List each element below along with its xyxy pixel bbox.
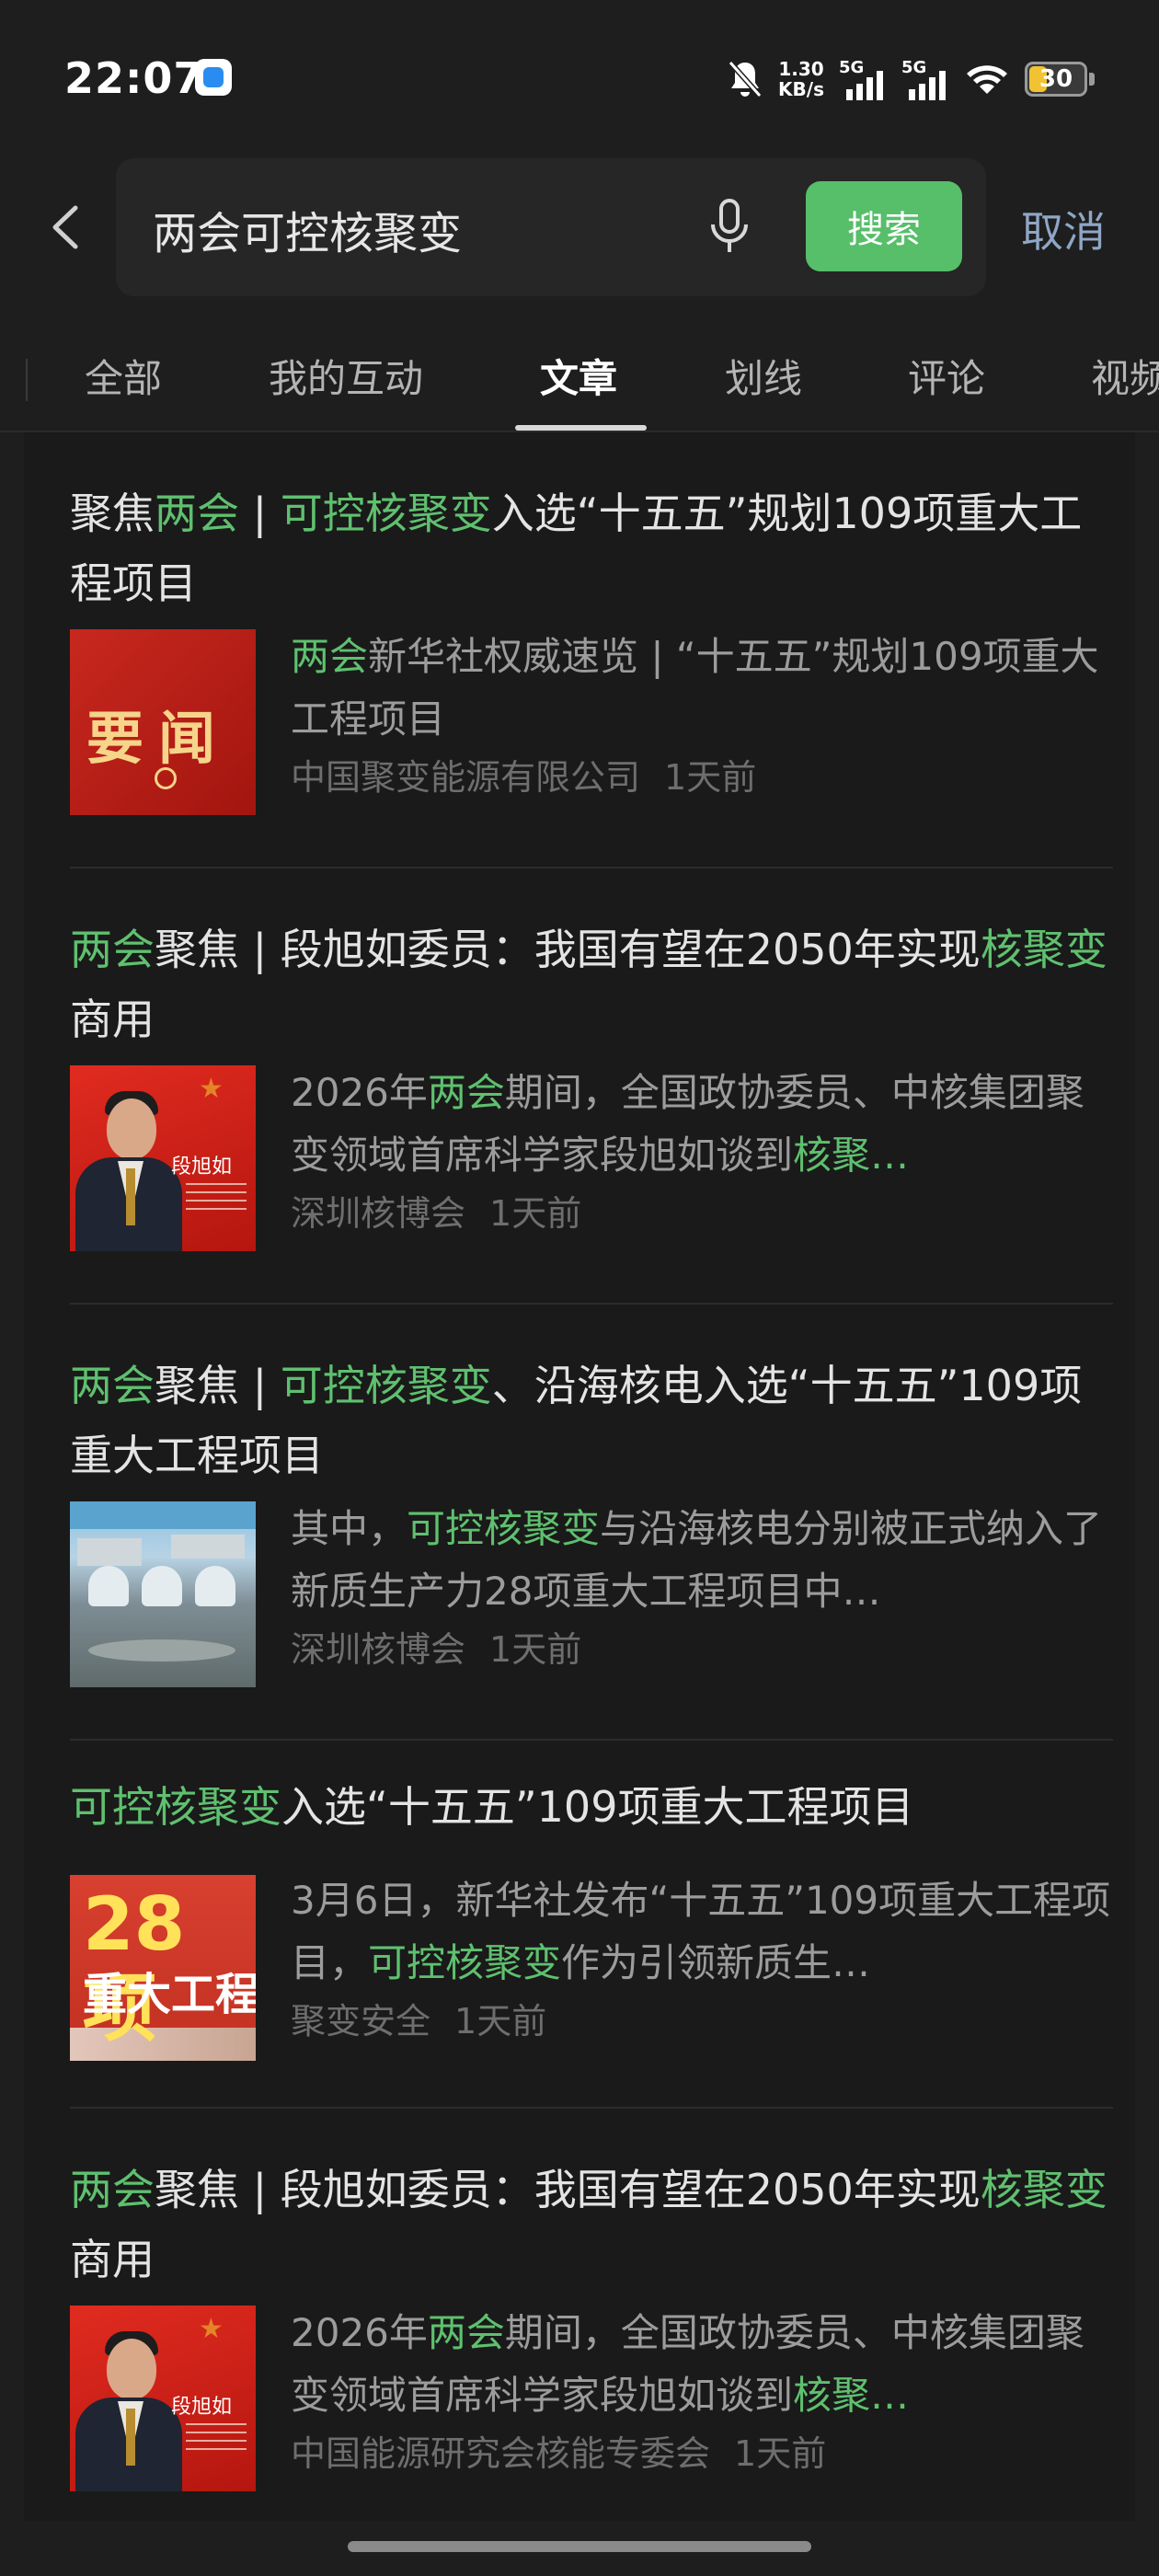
text-segment: 其中， bbox=[291, 1506, 407, 1551]
article-snippet: 3月6日，新华社发布“十五五”109项重大工程项目，可控核聚变作为引领新质生… bbox=[291, 1869, 1115, 1995]
star-icon: ★ bbox=[199, 2313, 224, 2345]
microphone-icon[interactable] bbox=[708, 199, 751, 256]
article-meta: 深圳核博会 1天前 bbox=[291, 1621, 581, 1672]
article-thumbnail[interactable]: ★ 段旭如 bbox=[70, 2306, 256, 2491]
thumbnail-text: 要闻 bbox=[86, 705, 231, 772]
article-title[interactable]: 可控核聚变入选“十五五”109项重大工程项目 bbox=[70, 1772, 1119, 1842]
article-item[interactable]: 聚焦两会 | 可控核聚变入选“十五五”规划109项重大工程项目 要闻 两会新华社… bbox=[24, 432, 1135, 868]
battery-level: 30 bbox=[1039, 65, 1073, 93]
article-meta: 深圳核博会 1天前 bbox=[291, 1185, 581, 1236]
article-meta: 中国聚变能源有限公司 1天前 bbox=[291, 749, 756, 799]
tab-comments[interactable]: 评论 bbox=[908, 348, 985, 404]
battery-tip bbox=[1089, 73, 1095, 86]
article-time: 1天前 bbox=[664, 757, 757, 798]
tab-all[interactable]: 全部 bbox=[85, 348, 162, 404]
text-segment: 聚焦 | 段旭如委员：我国有望在2050年实现 bbox=[155, 925, 981, 974]
article-time: 1天前 bbox=[734, 2433, 827, 2474]
thumbnail-text: 段旭如 bbox=[171, 1156, 233, 1179]
highlighted-keyword: 可控核聚变 bbox=[368, 1940, 562, 1985]
article-source[interactable]: 深圳核博会 bbox=[291, 1193, 465, 1234]
article-time: 1天前 bbox=[454, 2001, 547, 2041]
article-title[interactable]: 两会聚焦 | 段旭如委员：我国有望在2050年实现核聚变商用 bbox=[70, 2155, 1119, 2294]
text-segment: 聚焦 | 段旭如委员：我国有望在2050年实现 bbox=[155, 2165, 981, 2214]
tab-videos[interactable]: 视频 bbox=[1091, 348, 1159, 404]
highlighted-keyword: 核聚变 bbox=[980, 925, 1107, 974]
text-segment: 新华社权威速览 | “十五五”规划109项重大工程项目 bbox=[291, 634, 1099, 742]
tab-highlights[interactable]: 划线 bbox=[725, 348, 802, 404]
net-speed-unit: KB/s bbox=[778, 78, 824, 100]
text-segment: | bbox=[239, 489, 281, 538]
text-segment: 聚焦 bbox=[70, 489, 155, 538]
text-segment: 聚焦 | bbox=[155, 1361, 281, 1410]
text-segment: 2026年 bbox=[291, 1070, 428, 1115]
article-source[interactable]: 深圳核博会 bbox=[291, 1629, 465, 1670]
signal-icon: 5G bbox=[901, 58, 949, 100]
highlighted-keyword: 可控核聚变 bbox=[407, 1506, 601, 1551]
highlighted-keyword: 可控核聚变 bbox=[280, 489, 492, 538]
highlighted-keyword: 可控核聚变 bbox=[280, 1361, 492, 1410]
text-segment: 商用 bbox=[70, 995, 155, 1044]
text-segment: 作为引领新质生… bbox=[561, 1940, 871, 1985]
highlighted-keyword: 两会 bbox=[427, 1070, 505, 1115]
highlighted-keyword: 两会 bbox=[291, 634, 369, 679]
article-snippet: 其中，可控核聚变与沿海核电分别被正式纳入了新质生产力28项重大工程项目中… bbox=[291, 1498, 1115, 1623]
highlighted-keyword: 核聚… bbox=[793, 1133, 910, 1178]
status-icons: 1.30 KB/s 5G 5G 30 bbox=[727, 52, 1095, 107]
highlighted-keyword: 两会 bbox=[70, 925, 155, 974]
highlighted-keyword: 两会 bbox=[427, 2310, 505, 2355]
article-thumbnail[interactable]: 28项 重大工程 bbox=[70, 1875, 256, 2061]
article-snippet: 2026年两会期间，全国政协委员、中核集团聚变领域首席科学家段旭如谈到核聚… bbox=[291, 2302, 1115, 2427]
mute-icon bbox=[728, 61, 763, 98]
article-source[interactable]: 中国聚变能源有限公司 bbox=[291, 757, 640, 798]
status-bar: 22:07 1.30 KB/s 5G 5G 30 bbox=[0, 0, 1159, 156]
article-snippet: 2026年两会期间，全国政协委员、中核集团聚变领域首席科学家段旭如谈到核聚… bbox=[291, 1062, 1115, 1187]
battery-icon: 30 bbox=[1025, 62, 1087, 97]
star-icon: ★ bbox=[199, 1073, 224, 1105]
signal-label: 5G bbox=[901, 58, 927, 77]
wifi-icon bbox=[967, 65, 1007, 94]
article-meta: 中国能源研究会核能专委会 1天前 bbox=[291, 2425, 826, 2476]
highlighted-keyword: 两会 bbox=[155, 489, 239, 538]
highlighted-keyword: 核聚变 bbox=[980, 2165, 1107, 2214]
text-segment: 入选“十五五”109项重大工程项目 bbox=[281, 1782, 914, 1832]
tab-articles[interactable]: 文章 bbox=[540, 348, 617, 404]
article-thumbnail[interactable]: 要闻 bbox=[70, 629, 256, 815]
highlighted-keyword: 两会 bbox=[70, 1361, 155, 1410]
net-speed-value: 1.30 bbox=[778, 58, 824, 80]
text-segment: 2026年 bbox=[291, 2310, 428, 2355]
network-speed: 1.30 KB/s bbox=[778, 59, 824, 99]
article-item[interactable]: 两会聚焦 | 可控核聚变、沿海核电入选“十五五”109项重大工程项目 其中，可控… bbox=[24, 1305, 1135, 1741]
article-source[interactable]: 中国能源研究会核能专委会 bbox=[291, 2433, 710, 2474]
thumbnail-subtext: 重大工程 bbox=[83, 1969, 256, 2020]
article-time: 1天前 bbox=[489, 1193, 582, 1234]
article-item[interactable]: 两会聚焦 | 段旭如委员：我国有望在2050年实现核聚变商用 ★ 段旭如 202… bbox=[24, 2109, 1135, 2545]
article-snippet: 两会新华社权威速览 | “十五五”规划109项重大工程项目 bbox=[291, 626, 1115, 751]
highlighted-keyword: 核聚… bbox=[793, 2373, 910, 2418]
article-thumbnail[interactable]: ★ 段旭如 bbox=[70, 1065, 256, 1251]
signal-icon: 5G bbox=[839, 58, 887, 100]
article-thumbnail[interactable] bbox=[70, 1501, 256, 1687]
tab-my-interactions[interactable]: 我的互动 bbox=[269, 348, 423, 404]
highlighted-keyword: 两会 bbox=[70, 2165, 155, 2214]
article-source[interactable]: 聚变安全 bbox=[291, 2001, 430, 2041]
back-arrow-icon[interactable] bbox=[48, 204, 85, 250]
article-title[interactable]: 两会聚焦 | 段旭如委员：我国有望在2050年实现核聚变商用 bbox=[70, 914, 1119, 1054]
article-meta: 聚变安全 1天前 bbox=[291, 1993, 546, 2043]
article-list: 聚焦两会 | 可控核聚变入选“十五五”规划109项重大工程项目 要闻 两会新华社… bbox=[24, 432, 1135, 2521]
clock: 22:07 bbox=[64, 53, 204, 103]
article-item[interactable]: 两会聚焦 | 段旭如委员：我国有望在2050年实现核聚变商用 ★ 段旭如 202… bbox=[24, 868, 1135, 1305]
article-title[interactable]: 聚焦两会 | 可控核聚变入选“十五五”规划109项重大工程项目 bbox=[70, 478, 1119, 618]
article-title[interactable]: 两会聚焦 | 可控核聚变、沿海核电入选“十五五”109项重大工程项目 bbox=[70, 1351, 1119, 1490]
highlighted-keyword: 可控核聚变 bbox=[70, 1782, 281, 1832]
thumbnail-text: 段旭如 bbox=[171, 2396, 233, 2419]
app-notification-icon bbox=[195, 59, 232, 96]
article-time: 1天前 bbox=[489, 1629, 582, 1670]
text-segment: 商用 bbox=[70, 2235, 155, 2284]
signal-label: 5G bbox=[839, 58, 865, 77]
cancel-button[interactable]: 取消 bbox=[1021, 199, 1106, 259]
search-input[interactable]: 两会可控核聚变 bbox=[153, 197, 462, 261]
logo-icon bbox=[155, 767, 177, 789]
home-indicator[interactable] bbox=[348, 2541, 811, 2552]
search-button[interactable]: 搜索 bbox=[806, 181, 962, 271]
